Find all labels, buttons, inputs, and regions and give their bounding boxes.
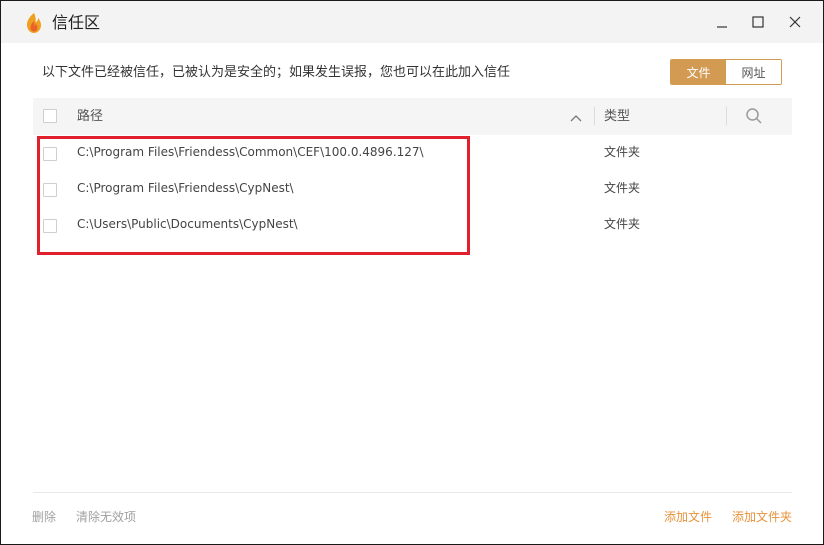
flame-shield-icon bbox=[24, 12, 44, 34]
clear-invalid-button[interactable]: 清除无效项 bbox=[76, 509, 136, 526]
row-type: 文件夹 bbox=[604, 181, 641, 195]
column-header-path[interactable]: 路径 bbox=[77, 108, 103, 126]
minimize-icon[interactable] bbox=[713, 13, 731, 31]
trust-zone-window: 信任区 以下文件已经被信任，已被认为是安全的；如果发生误报，您也可以在此加入信任… bbox=[0, 0, 824, 545]
tab-files[interactable]: 文件 bbox=[671, 60, 726, 84]
add-folder-button[interactable]: 添加文件夹 bbox=[732, 509, 792, 526]
add-file-button[interactable]: 添加文件 bbox=[664, 509, 712, 526]
type-switcher: 文件 网址 bbox=[670, 59, 782, 85]
row-checkbox[interactable] bbox=[43, 147, 57, 161]
row-checkbox[interactable] bbox=[43, 183, 57, 197]
search-icon[interactable] bbox=[745, 107, 763, 129]
column-header-type[interactable]: 类型 bbox=[604, 108, 630, 126]
column-divider bbox=[726, 107, 727, 125]
table-row[interactable]: C:\Users\Public\Documents\CypNest\ 文件夹 bbox=[33, 207, 792, 243]
chevron-up-icon[interactable] bbox=[570, 110, 582, 129]
select-all-checkbox[interactable] bbox=[43, 109, 57, 123]
title-bar[interactable]: 信任区 bbox=[1, 1, 823, 43]
table-row[interactable]: C:\Program Files\Friendess\CypNest\ 文件夹 bbox=[33, 171, 792, 207]
row-checkbox[interactable] bbox=[43, 219, 57, 233]
maximize-icon[interactable] bbox=[749, 13, 767, 31]
table-row[interactable]: C:\Program Files\Friendess\Common\CEF\10… bbox=[33, 135, 792, 171]
row-path: C:\Program Files\Friendess\CypNest\ bbox=[77, 181, 294, 195]
tab-urls[interactable]: 网址 bbox=[726, 60, 781, 84]
delete-button[interactable]: 删除 bbox=[32, 509, 56, 526]
table-header: 路径 类型 bbox=[33, 98, 792, 135]
row-path: C:\Users\Public\Documents\CypNest\ bbox=[77, 217, 298, 231]
column-divider bbox=[594, 107, 595, 125]
trust-description: 以下文件已经被信任，已被认为是安全的；如果发生误报，您也可以在此加入信任 bbox=[42, 65, 511, 80]
window-title: 信任区 bbox=[52, 13, 101, 32]
close-icon[interactable] bbox=[786, 13, 804, 31]
row-type: 文件夹 bbox=[604, 217, 641, 231]
row-type: 文件夹 bbox=[604, 145, 641, 159]
footer-divider bbox=[33, 492, 792, 493]
row-path: C:\Program Files\Friendess\Common\CEF\10… bbox=[77, 145, 424, 159]
